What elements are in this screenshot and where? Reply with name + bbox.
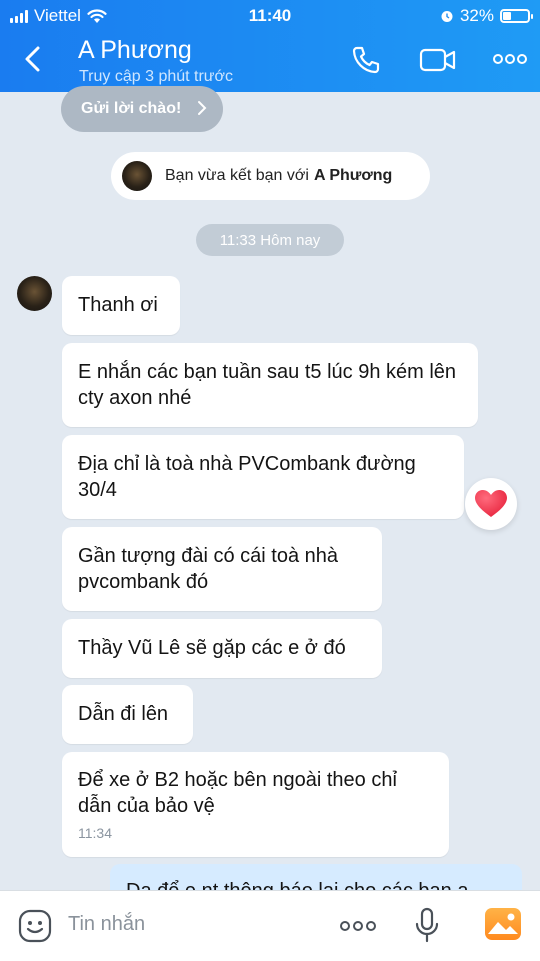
chevron-right-icon: [198, 101, 207, 115]
status-bar: Viettel 11:40 32%: [0, 0, 540, 30]
message-time: 11:34: [78, 825, 112, 841]
sticker-icon[interactable]: [17, 908, 53, 944]
video-call-icon[interactable]: [419, 44, 457, 76]
message-text: Thầy Vũ Lê sẽ gặp các e ở đó: [78, 637, 346, 659]
message-text: Địa chỉ là toà nhà PVCombank đường 30/4: [78, 453, 416, 501]
message-text: E nhắn các bạn tuần sau t5 lúc 9h kém lê…: [78, 361, 457, 409]
message-text: Gần tượng đài có cái toà nhà pvcombank đ…: [78, 545, 338, 593]
contact-avatar-small: [122, 161, 152, 191]
friend-note-name: A Phương: [313, 167, 393, 184]
send-greeting-button[interactable]: Gửi lời chào!: [61, 86, 223, 132]
phone-icon[interactable]: [350, 44, 382, 76]
microphone-icon[interactable]: [413, 906, 441, 946]
friend-note-text: Bạn vừa kết bạn với: [165, 167, 309, 184]
contact-name[interactable]: A Phương: [78, 36, 192, 65]
friend-added-notice: Bạn vừa kết bạn với A Phương: [111, 152, 430, 200]
message-text: Để xe ở B2 hoặc bên ngoài theo chỉ dẫn c…: [78, 769, 397, 817]
image-icon[interactable]: [484, 907, 522, 941]
message-bubble[interactable]: Để xe ở B2 hoặc bên ngoài theo chỉ dẫn c…: [62, 752, 449, 857]
last-seen: Truy cập 3 phút trước: [79, 68, 233, 85]
message-input[interactable]: Tin nhắn: [68, 913, 145, 936]
time-divider: 11:33 Hôm nay: [196, 224, 344, 256]
message-bubble[interactable]: Thầy Vũ Lê sẽ gặp các e ở đó: [62, 619, 382, 678]
message-bubble[interactable]: E nhắn các bạn tuần sau t5 lúc 9h kém lê…: [62, 343, 478, 427]
message-bubble[interactable]: Gần tượng đài có cái toà nhà pvcombank đ…: [62, 527, 382, 611]
more-options-icon[interactable]: [338, 918, 378, 934]
more-icon[interactable]: [492, 50, 528, 68]
back-chevron-icon[interactable]: [20, 44, 46, 74]
message-text: Thanh ơi: [78, 294, 158, 316]
send-greeting-label: Gửi lời chào!: [81, 100, 182, 117]
status-right: 32%: [440, 6, 533, 26]
battery-percent: 32%: [459, 6, 494, 25]
heart-icon: [475, 490, 507, 517]
battery-fill: [503, 12, 511, 20]
message-text: Dẫn đi lên: [78, 703, 169, 725]
battery-icon: [500, 9, 533, 23]
message-bubble[interactable]: Dẫn đi lên: [62, 685, 193, 744]
message-bubble[interactable]: Địa chỉ là toà nhà PVCombank đường 30/4: [62, 435, 464, 519]
contact-avatar[interactable]: [17, 276, 52, 311]
message-composer: Tin nhắn: [0, 890, 540, 961]
message-bubble[interactable]: Thanh ơi: [62, 276, 180, 335]
chat-header: Viettel 11:40 32% A Phương Truy cập 3 ph…: [0, 0, 540, 92]
reaction-button[interactable]: [465, 478, 517, 530]
alarm-icon: [441, 11, 453, 22]
